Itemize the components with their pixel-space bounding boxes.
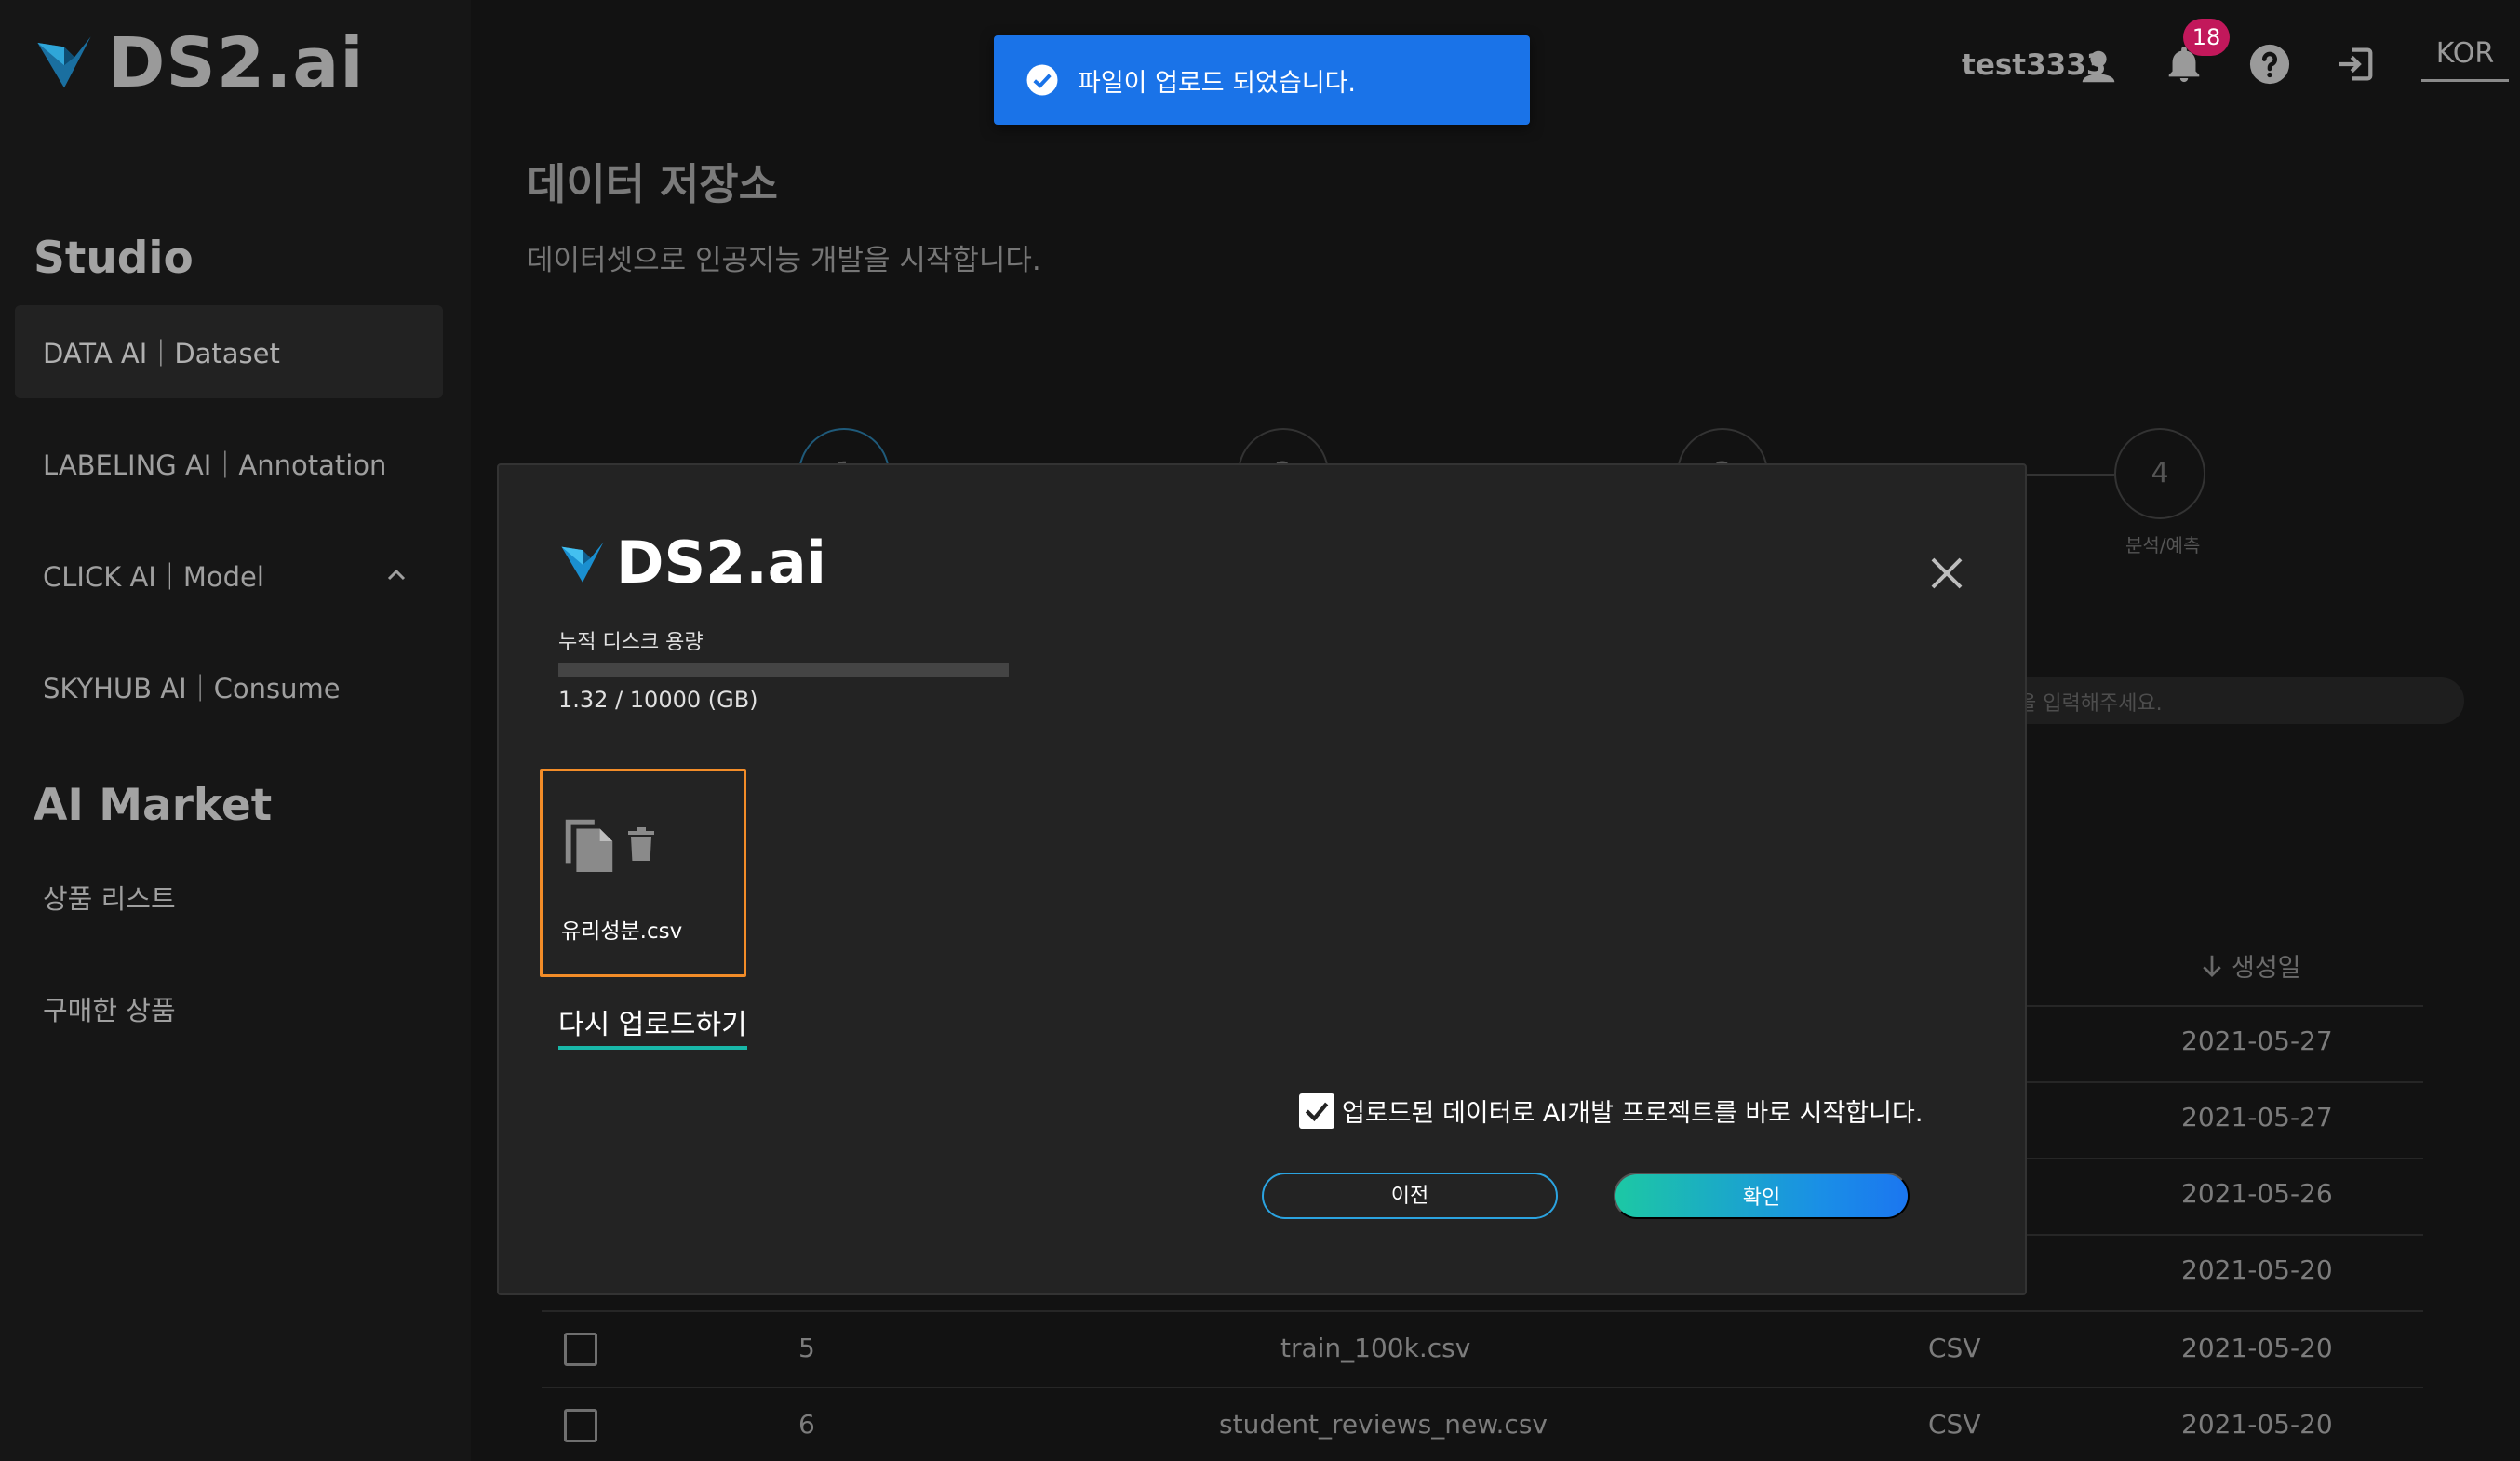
table-cell-type: CSV: [1928, 1409, 1981, 1440]
sidebar-item-label: SKYHUB AI｜Consume: [43, 673, 341, 704]
app-root: DS2.ai Studio DATA AI｜Dataset LABELING A…: [0, 0, 2520, 1461]
user-icon[interactable]: [2077, 45, 2120, 87]
close-icon[interactable]: [1928, 555, 1965, 592]
disk-usage-label: 누적 디스크 용량: [558, 631, 704, 654]
upload-success-toast: 파일이 업로드 되었습니다.: [994, 35, 1530, 125]
table-cell-no: 5: [798, 1333, 815, 1363]
upload-modal: DS2.ai 누적 디스크 용량 1.32 / 10000 (GB) 유리성분.…: [497, 463, 2027, 1295]
sidebar-item-skyhub-ai[interactable]: SKYHUB AI｜Consume: [15, 640, 443, 733]
brand-logo[interactable]: DS2.ai: [34, 26, 365, 101]
chevron-up-icon[interactable]: [385, 564, 408, 586]
sidebar-item-label: LABELING AI｜Annotation: [43, 449, 387, 481]
language-selector[interactable]: KOR: [2421, 37, 2509, 82]
page-subtitle: 데이터셋으로 인공지능 개발을 시작합니다.: [527, 244, 1041, 277]
start-project-label: 업로드된 데이터로 AI개발 프로젝트를 바로 시작합니다.: [1342, 1099, 1924, 1128]
logo-mark-icon: [561, 542, 604, 583]
sidebar-item-product-list[interactable]: 상품 리스트: [15, 851, 443, 944]
search-placeholder: 을 입력해주세요.: [2017, 692, 2163, 716]
sidebar-item-label: CLICK AI｜Model: [43, 561, 264, 593]
market-section-title: AI Market: [34, 780, 273, 831]
studio-section-title: Studio: [34, 233, 194, 284]
table-divider: [542, 1387, 2423, 1388]
logo-mark-icon: [37, 36, 91, 88]
checkmark-icon: [1305, 1102, 1329, 1121]
sort-by-date-header[interactable]: 생성일: [2198, 947, 2301, 984]
modal-logo: DS2.ai: [558, 532, 826, 594]
table-cell-date: 2021-05-27: [2181, 1025, 2333, 1056]
arrow-down-icon: [2203, 955, 2221, 977]
modal-logo-text: DS2.ai: [616, 529, 826, 596]
row-checkbox[interactable]: [564, 1333, 597, 1366]
sidebar-item-click-ai[interactable]: CLICK AI｜Model: [15, 529, 443, 622]
help-icon[interactable]: [2248, 43, 2291, 86]
table-cell-name: train_100k.csv: [1280, 1333, 1471, 1363]
uploaded-file-card[interactable]: 유리성분.csv: [540, 769, 746, 977]
start-project-option[interactable]: 업로드된 데이터로 AI개발 프로젝트를 바로 시작합니다.: [1299, 1092, 1923, 1129]
confirm-button[interactable]: 확인: [1614, 1173, 1910, 1219]
uploaded-file-name: 유리성분.csv: [561, 919, 683, 944]
logo-text: DS2.ai: [108, 23, 365, 103]
logout-icon[interactable]: [2334, 43, 2377, 86]
sort-label: 생성일: [2232, 954, 2301, 983]
toast-message: 파일이 업로드 되었습니다.: [1078, 68, 1356, 98]
row-checkbox[interactable]: [564, 1409, 597, 1442]
sidebar-item-purchased[interactable]: 구매한 상품: [15, 962, 443, 1055]
sidebar-item-label: 상품 리스트: [43, 883, 176, 915]
start-project-checkbox[interactable]: [1299, 1092, 1334, 1129]
trash-icon[interactable]: [626, 827, 656, 861]
table-cell-name: student_reviews_new.csv: [1219, 1409, 1548, 1440]
table-cell-date: 2021-05-26: [2181, 1178, 2333, 1209]
file-copy-icon: [565, 819, 613, 873]
table-divider: [542, 1310, 2423, 1312]
sidebar-item-label: 구매한 상품: [43, 995, 176, 1026]
sidebar-item-labeling-ai[interactable]: LABELING AI｜Annotation: [15, 417, 443, 510]
sidebar-item-label: DATA AI｜Dataset: [43, 338, 280, 369]
table-cell-date: 2021-05-27: [2181, 1102, 2333, 1133]
notification-badge: 18: [2183, 19, 2230, 56]
sidebar-item-data-ai[interactable]: DATA AI｜Dataset: [15, 305, 443, 398]
table-cell-date: 2021-05-20: [2181, 1333, 2333, 1363]
reupload-link[interactable]: 다시 업로드하기: [558, 1001, 747, 1050]
table-cell-type: CSV: [1928, 1333, 1981, 1363]
table-cell-no: 6: [798, 1409, 815, 1440]
table-cell-date: 2021-05-20: [2181, 1254, 2333, 1285]
step-4-label: 분석/예측: [2125, 534, 2201, 556]
step-4[interactable]: 4: [2114, 428, 2205, 519]
previous-button[interactable]: 이전: [1262, 1173, 1558, 1219]
disk-usage-bar: [558, 663, 1009, 677]
disk-usage-text: 1.32 / 10000 (GB): [558, 687, 758, 713]
sidebar: DS2.ai Studio DATA AI｜Dataset LABELING A…: [0, 0, 471, 1461]
page-title: 데이터 저장소: [527, 159, 778, 209]
check-circle-icon: [1026, 64, 1058, 96]
table-cell-date: 2021-05-20: [2181, 1409, 2333, 1440]
